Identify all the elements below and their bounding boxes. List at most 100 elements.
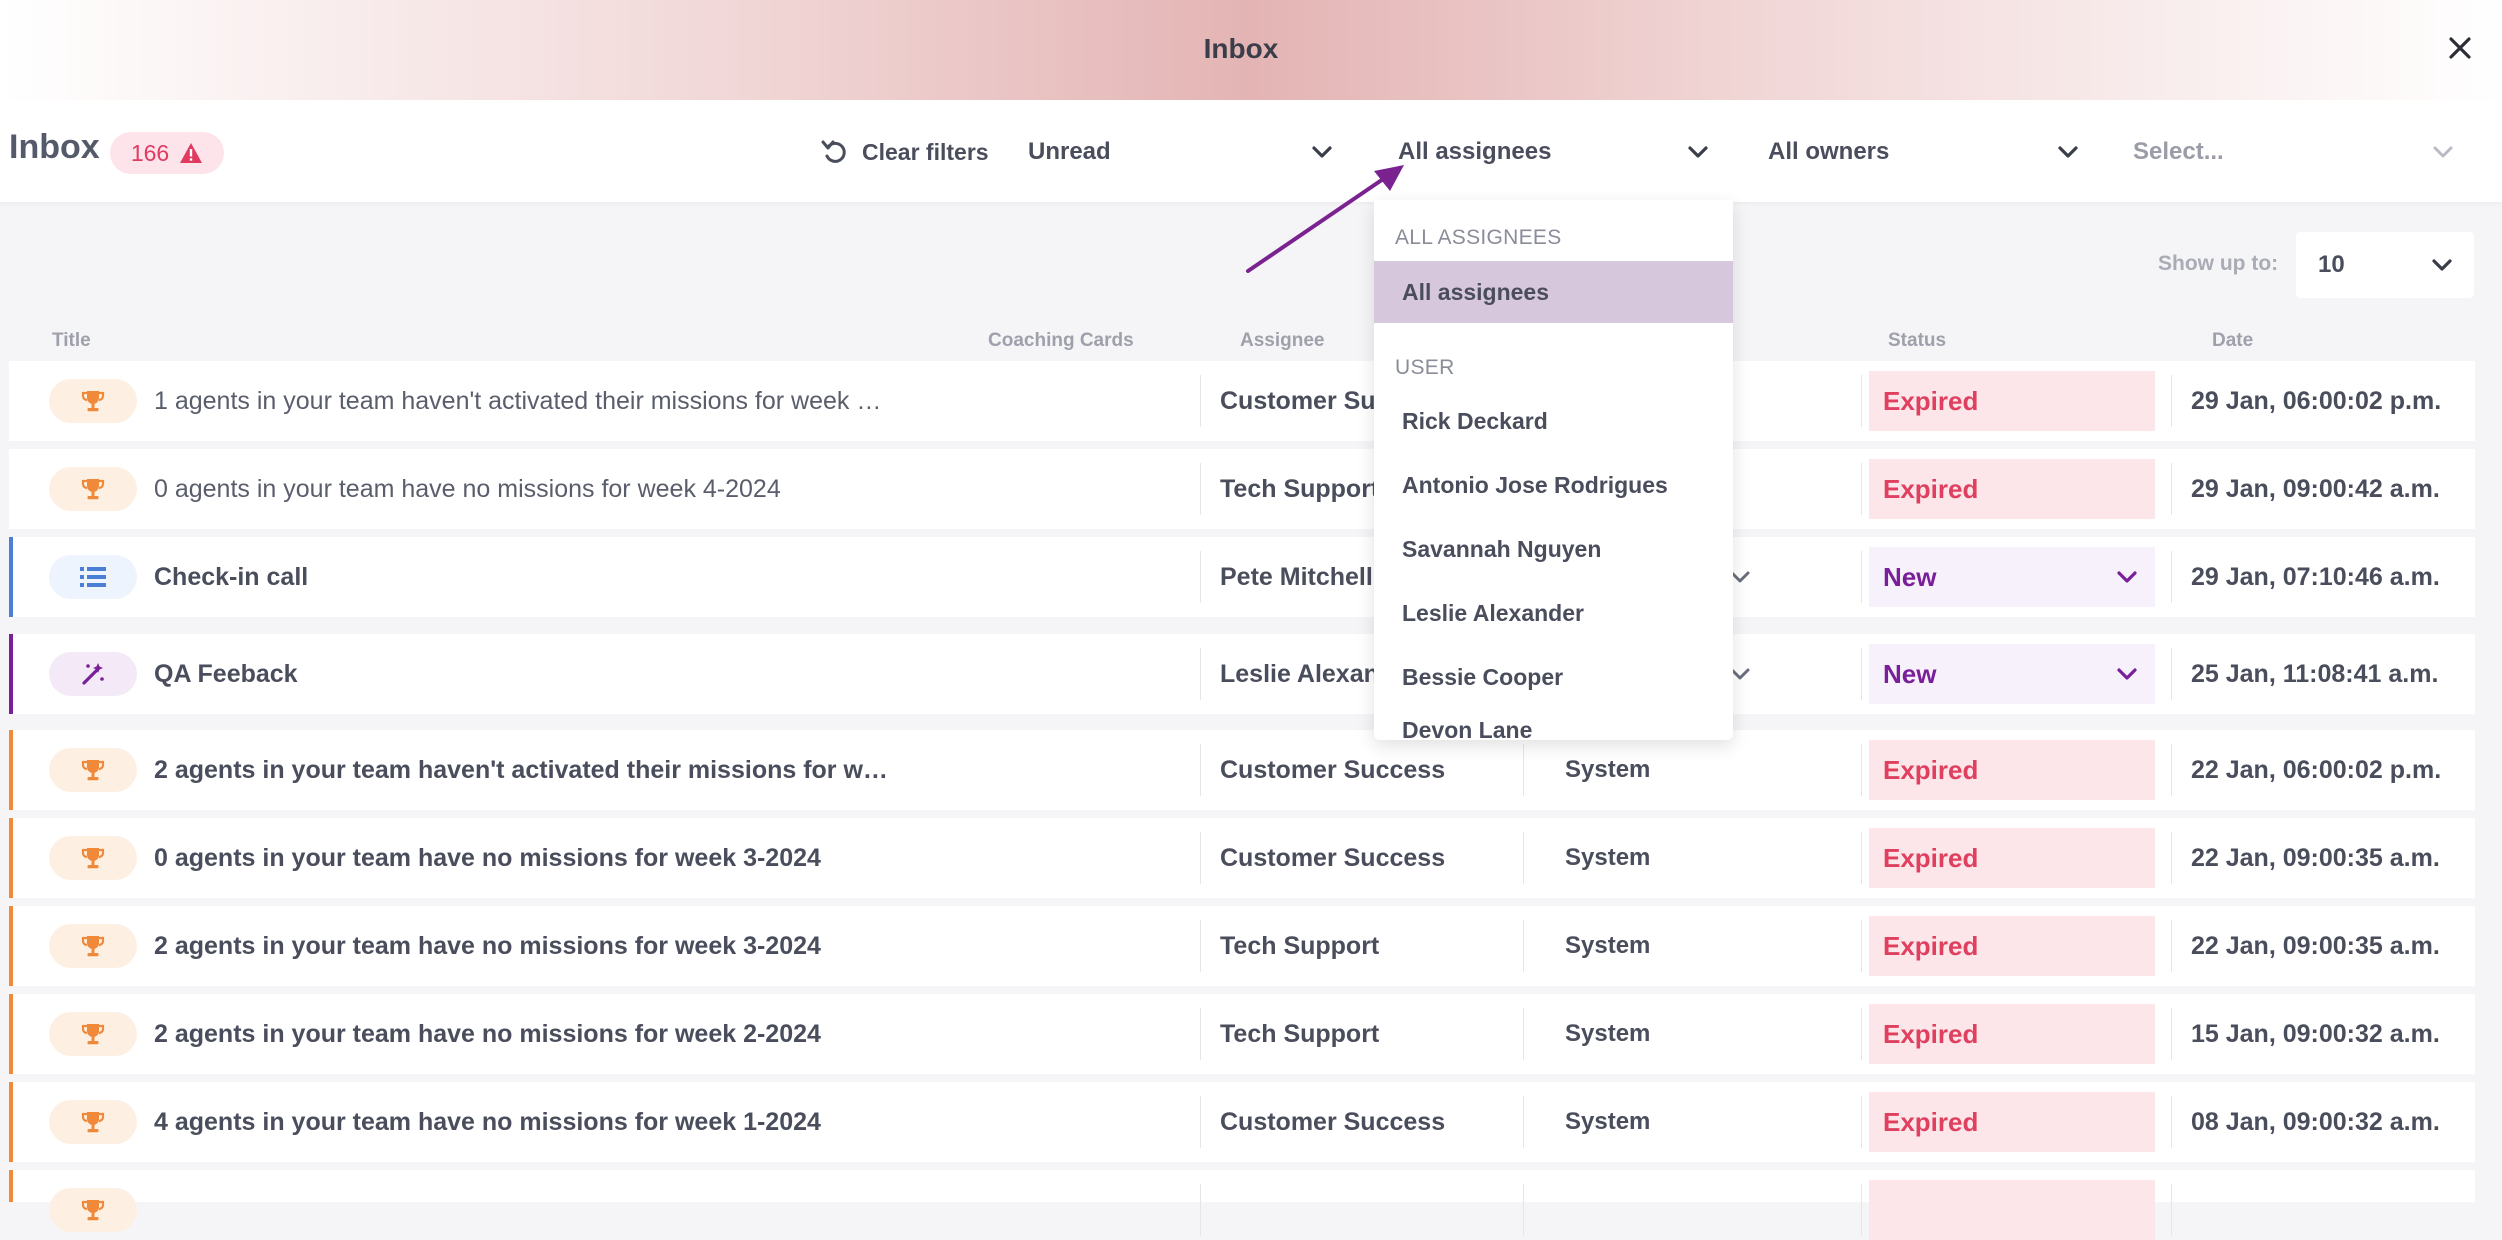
extra-filter-placeholder: Select... xyxy=(2133,138,2224,165)
divider xyxy=(1523,1008,1524,1060)
dropdown-option-user[interactable]: Devon Lane xyxy=(1374,710,1733,740)
divider xyxy=(1861,463,1862,515)
status-badge: Expired xyxy=(1869,740,2155,800)
show-up-to-select[interactable]: 10 xyxy=(2296,232,2474,298)
divider xyxy=(1200,375,1201,427)
row-assignee: Pete Mitchell xyxy=(1220,563,1373,591)
dropdown-option-user[interactable]: Leslie Alexander xyxy=(1374,582,1733,644)
row-date: 29 Jan, 06:00:02 p.m. xyxy=(2191,387,2442,415)
dropdown-option-user[interactable]: Antonio Jose Rodrigues xyxy=(1374,454,1733,516)
divider xyxy=(2171,920,2172,972)
row-title: 0 agents in your team have no missions f… xyxy=(154,475,781,503)
window-title: Inbox xyxy=(1203,33,1279,64)
divider xyxy=(1861,1096,1862,1148)
row-owner: System xyxy=(1565,932,1651,959)
clear-filters-button[interactable]: Clear filters xyxy=(820,134,989,170)
divider xyxy=(2171,744,2172,796)
warning-icon xyxy=(180,143,203,163)
assignees-dropdown: ALL ASSIGNEES All assignees USER Rick De… xyxy=(1374,200,1733,740)
divider xyxy=(1523,744,1524,796)
assignees-select[interactable]: All assignees xyxy=(1390,124,1720,180)
trophy-icon xyxy=(80,1021,106,1047)
status-label: Expired xyxy=(1883,754,1979,785)
table-row[interactable]: 2 agents in your team haven't activated … xyxy=(9,730,2475,810)
column-header-coaching-cards[interactable]: Coaching Cards xyxy=(988,330,1134,352)
divider xyxy=(1200,832,1201,884)
chevron-down-icon xyxy=(2113,660,2141,688)
divider xyxy=(2171,832,2172,884)
trophy-icon xyxy=(80,757,106,783)
status-badge[interactable]: New xyxy=(1869,547,2155,607)
close-button[interactable] xyxy=(2438,26,2482,70)
count-badge: 166 xyxy=(110,132,224,174)
row-assignee: Customer Success xyxy=(1220,756,1446,784)
status-label: Expired xyxy=(1883,930,1979,961)
status-label: New xyxy=(1883,561,1937,592)
row-owner: System xyxy=(1565,844,1651,871)
status-label: Expired xyxy=(1883,842,1979,873)
owners-select[interactable]: All owners xyxy=(1760,124,2090,180)
magic-wand-icon xyxy=(80,661,106,687)
dropdown-group-user: USER xyxy=(1395,356,1455,379)
dropdown-option-user[interactable]: Rick Deckard xyxy=(1374,390,1733,452)
row-assignee: Tech Support xyxy=(1220,475,1380,503)
divider xyxy=(1200,551,1201,603)
table-row[interactable] xyxy=(9,1170,2475,1240)
extra-filter-select[interactable]: Select... xyxy=(2125,124,2465,180)
status-label: Expired xyxy=(1883,473,1979,504)
count-value: 166 xyxy=(130,139,170,166)
table-row[interactable]: 0 agents in your team have no missions f… xyxy=(9,449,2475,529)
table-row[interactable]: 2 agents in your team have no missions f… xyxy=(9,906,2475,986)
row-date: 15 Jan, 09:00:32 a.m. xyxy=(2191,1020,2440,1048)
divider xyxy=(1861,648,1862,700)
table-row[interactable]: 4 agents in your team have no missions f… xyxy=(9,1082,2475,1162)
row-owner: System xyxy=(1565,1020,1651,1047)
divider xyxy=(1861,832,1862,884)
trophy-icon xyxy=(80,1197,106,1223)
divider xyxy=(1523,920,1524,972)
row-assignee: Customer Su xyxy=(1220,387,1376,415)
row-type-badge xyxy=(49,1012,137,1056)
divider xyxy=(2171,1096,2172,1148)
divider xyxy=(2171,1008,2172,1060)
dropdown-group-all: ALL ASSIGNEES xyxy=(1395,226,1562,249)
table-row[interactable]: QA Feeback Leslie Alexan New 25 Jan, 11:08:… xyxy=(9,634,2475,714)
row-type-badge xyxy=(49,748,137,792)
row-title: Check-in call xyxy=(154,563,309,591)
status-label: Expired xyxy=(1883,1018,1979,1049)
table-row[interactable]: 1 agents in your team haven't activated … xyxy=(9,361,2475,441)
clear-filters-label: Clear filters xyxy=(862,138,989,165)
trophy-icon xyxy=(80,388,106,414)
divider xyxy=(1861,375,1862,427)
dropdown-option-user[interactable]: Savannah Nguyen xyxy=(1374,518,1733,580)
status-badge: Expired xyxy=(1869,371,2155,431)
column-header-status[interactable]: Status xyxy=(1888,330,1946,352)
row-type-badge xyxy=(49,467,137,511)
table-row[interactable]: Check-in call Pete Mitchell New 29 Jan, 07:… xyxy=(9,537,2475,617)
row-title: 1 agents in your team haven't activated … xyxy=(154,387,882,415)
table-row[interactable]: 0 agents in your team have no missions f… xyxy=(9,818,2475,898)
column-header-title[interactable]: Title xyxy=(52,330,91,352)
row-owner: System xyxy=(1565,1108,1651,1135)
divider xyxy=(2171,1184,2172,1236)
status-badge: Expired xyxy=(1869,1092,2155,1152)
divider xyxy=(1861,551,1862,603)
status-badge: Expired xyxy=(1869,459,2155,519)
row-assignee: Leslie Alexan xyxy=(1220,660,1379,688)
row-assignee: Tech Support xyxy=(1220,932,1380,960)
dropdown-option-all-assignees[interactable]: All assignees xyxy=(1374,261,1733,323)
column-header-date[interactable]: Date xyxy=(2212,330,2253,352)
divider xyxy=(1523,1184,1524,1236)
divider xyxy=(1523,832,1524,884)
status-badge[interactable]: New xyxy=(1869,644,2155,704)
row-title: QA Feeback xyxy=(154,660,298,688)
row-date: 22 Jan, 09:00:35 a.m. xyxy=(2191,844,2440,872)
chevron-down-icon xyxy=(2113,563,2141,591)
table-row[interactable]: 2 agents in your team have no missions f… xyxy=(9,994,2475,1074)
divider xyxy=(2171,463,2172,515)
divider xyxy=(1200,744,1201,796)
column-header-assignee[interactable]: Assignee xyxy=(1240,330,1324,352)
divider xyxy=(1200,1008,1201,1060)
checklist-icon xyxy=(79,565,107,589)
dropdown-option-user[interactable]: Bessie Cooper xyxy=(1374,646,1733,708)
